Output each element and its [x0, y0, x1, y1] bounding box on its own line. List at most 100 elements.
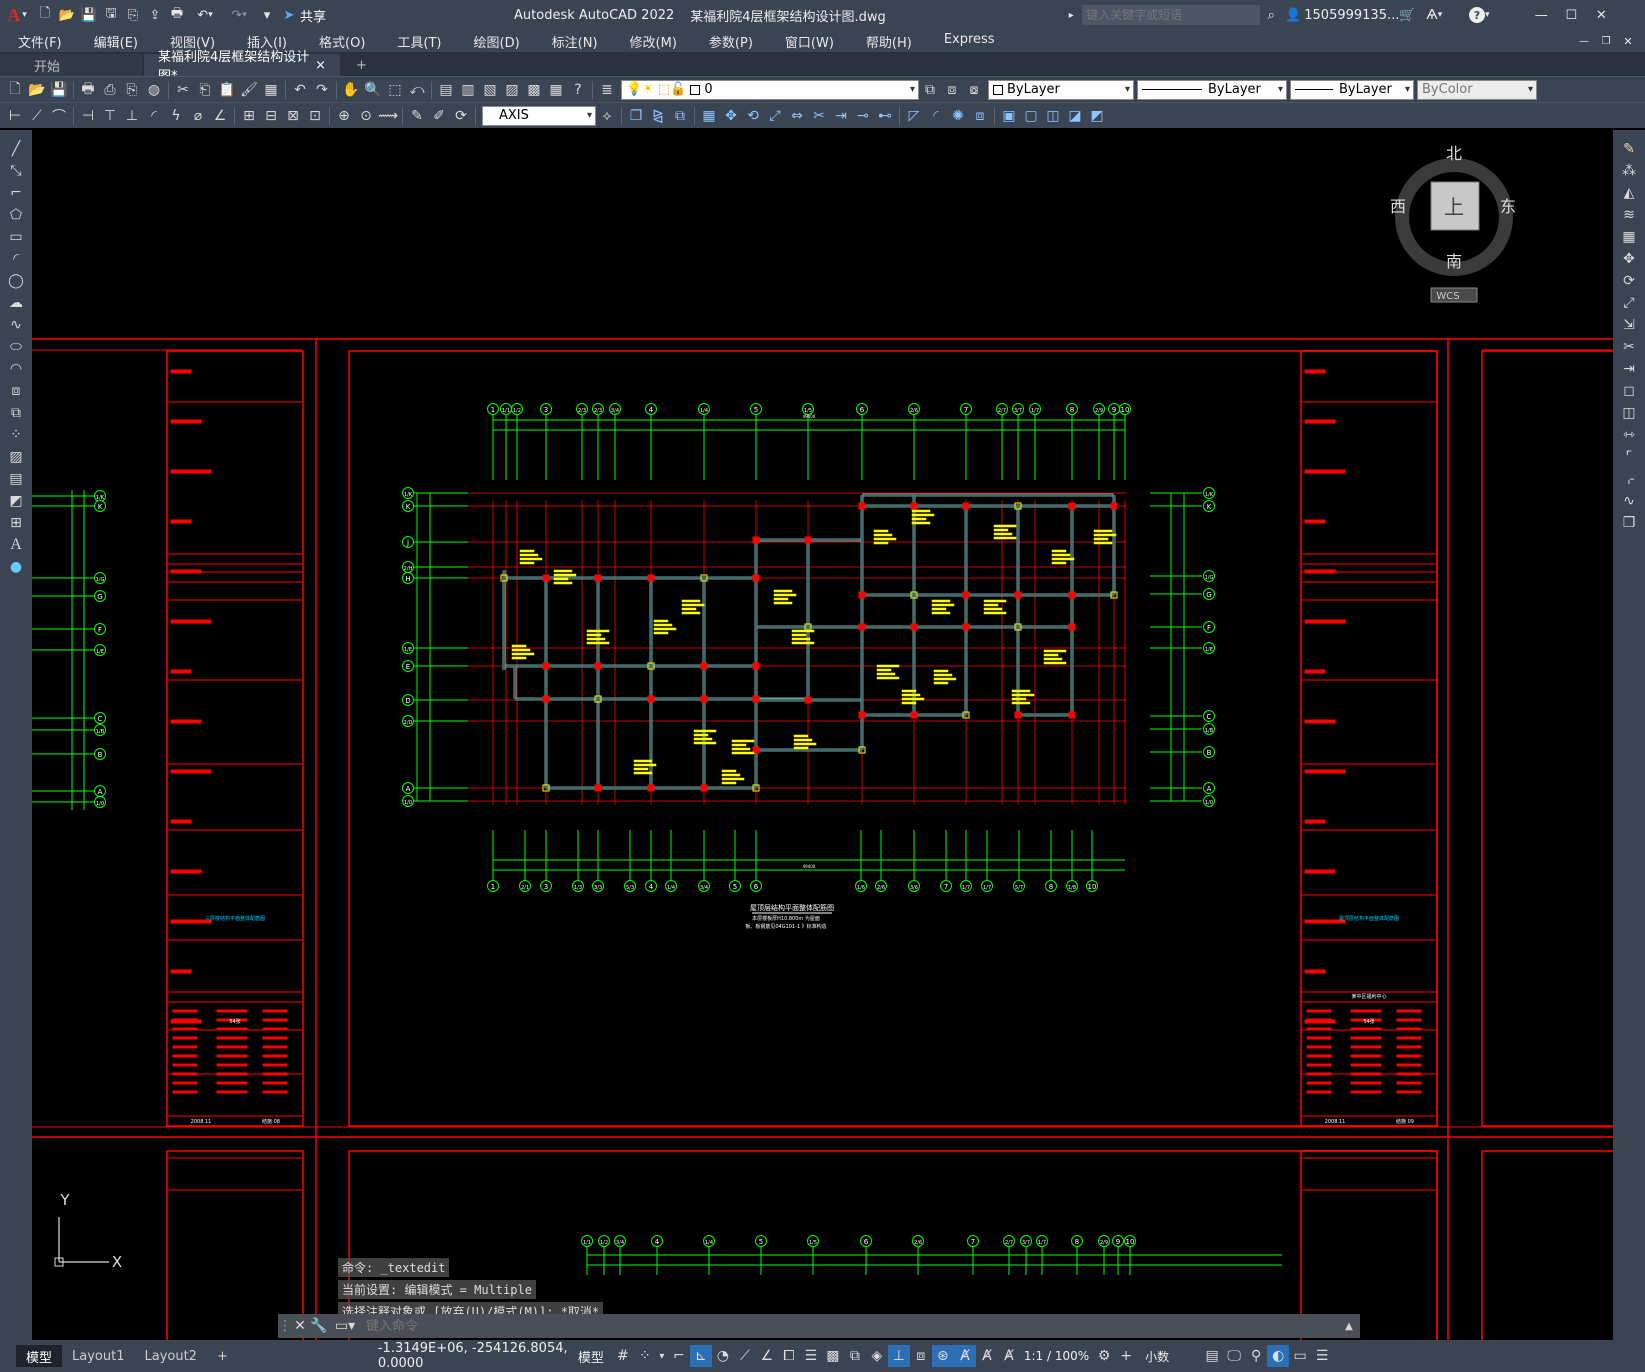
- publish3d-icon[interactable]: ⎘: [121, 79, 143, 101]
- dim-radius-icon[interactable]: ◜: [143, 105, 165, 127]
- transparency-icon[interactable]: ▩: [822, 1345, 844, 1367]
- toolpalettes-icon[interactable]: ▧: [479, 79, 501, 101]
- offset-r-icon[interactable]: ≋: [1617, 204, 1641, 226]
- tolerance-icon[interactable]: ⊡: [304, 105, 326, 127]
- save-icon[interactable]: 💾: [78, 4, 100, 26]
- annotation-visibility-icon[interactable]: Ⱥ: [953, 1345, 976, 1367]
- menu-item-5[interactable]: 工具(T): [381, 32, 457, 51]
- scale-r-icon[interactable]: ⤢: [1617, 292, 1641, 314]
- dim-space-icon[interactable]: ⊟: [260, 105, 282, 127]
- scale-icon[interactable]: ⤢: [764, 105, 786, 127]
- group-edit-icon[interactable]: ◫: [1042, 105, 1064, 127]
- ungroup-icon[interactable]: ▢: [1020, 105, 1042, 127]
- explode-icon[interactable]: ✺: [947, 105, 969, 127]
- annotation-scale[interactable]: 1:1 / 100%: [1024, 1349, 1089, 1363]
- insert-block-icon[interactable]: ⧈: [4, 380, 28, 402]
- qdim-icon[interactable]: ⊞: [238, 105, 260, 127]
- workspace-icon[interactable]: ⚙: [1093, 1345, 1115, 1367]
- region-icon[interactable]: ◩: [4, 490, 28, 512]
- make-block-icon[interactable]: ⧉: [4, 402, 28, 424]
- doc-restore-icon[interactable]: ❐: [1595, 30, 1617, 52]
- autodesk-account-icon[interactable]: Ѧ ▾: [1418, 4, 1450, 26]
- stretch-r-icon[interactable]: ⇲: [1617, 314, 1641, 336]
- chamfer-r-icon[interactable]: ⌜: [1617, 446, 1641, 468]
- layer-state-icon[interactable]: ⧇: [963, 79, 985, 101]
- grip-icon[interactable]: ⋮: [278, 1315, 292, 1337]
- search-icon[interactable]: ⌕: [1260, 4, 1282, 26]
- menu-item-9[interactable]: 参数(P): [693, 32, 769, 51]
- zoom-previous-icon[interactable]: ⤺: [406, 79, 428, 101]
- zoom-window-icon[interactable]: ⬚: [384, 79, 406, 101]
- hardware-accel-icon[interactable]: ◐: [1267, 1345, 1290, 1367]
- dim-angular-icon[interactable]: ∠: [209, 105, 231, 127]
- ortho-icon[interactable]: ⊾: [689, 1345, 712, 1367]
- menu-item-6[interactable]: 绘图(D): [458, 32, 536, 51]
- export-icon[interactable]: ⇪: [144, 4, 166, 26]
- isolate-icon[interactable]: ⚲: [1245, 1345, 1267, 1367]
- grid-icon[interactable]: #: [612, 1345, 634, 1367]
- table-icon[interactable]: ⊞: [4, 512, 28, 534]
- gradient-icon[interactable]: ▤: [4, 468, 28, 490]
- cmd-up-icon[interactable]: ▲: [1338, 1315, 1360, 1337]
- cmd-customize-icon[interactable]: 🔧: [308, 1315, 330, 1337]
- snap-icon[interactable]: ⁘: [634, 1345, 656, 1367]
- customization-icon[interactable]: ☰: [1311, 1345, 1333, 1367]
- array-icon[interactable]: ▦: [698, 105, 720, 127]
- 3dosnap-icon[interactable]: ◈: [866, 1345, 888, 1367]
- add-selected-icon[interactable]: ●: [4, 556, 28, 578]
- search-expand-icon[interactable]: ▸: [1060, 4, 1082, 26]
- layer-previous-icon[interactable]: ⧈: [941, 79, 963, 101]
- trim-r-icon[interactable]: ✂: [1617, 336, 1641, 358]
- mirror-icon[interactable]: ⧎: [647, 105, 669, 127]
- units-dropdown[interactable]: 小数: [1145, 1348, 1201, 1365]
- dim-aligned-icon[interactable]: ⟋: [26, 105, 48, 127]
- array-r-icon[interactable]: ▦: [1617, 226, 1641, 248]
- add-layout-button[interactable]: +: [207, 1345, 238, 1367]
- user-name[interactable]: 1505999135...: [1304, 8, 1399, 23]
- polyline-icon[interactable]: ⌐: [4, 182, 28, 204]
- menu-item-7[interactable]: 标注(N): [536, 32, 614, 51]
- publish-icon[interactable]: ⎘: [122, 4, 144, 26]
- tab-drawing[interactable]: 某福利院4层框架结构设计图*×: [144, 50, 340, 84]
- erase-icon[interactable]: ✎: [1617, 138, 1641, 160]
- stretch-icon[interactable]: ⇔: [786, 105, 808, 127]
- rotate-r-icon[interactable]: ⟳: [1617, 270, 1641, 292]
- menu-item-10[interactable]: 窗口(W): [769, 32, 850, 51]
- extend-icon[interactable]: ⇥: [830, 105, 852, 127]
- pan-icon[interactable]: ✋: [340, 79, 362, 101]
- dimstyle-icon[interactable]: ⟡: [596, 105, 618, 127]
- tab-layout2[interactable]: Layout2: [134, 1345, 206, 1367]
- markup-icon[interactable]: ▩: [523, 79, 545, 101]
- infer-icon[interactable]: ⌐: [668, 1345, 690, 1367]
- join-icon[interactable]: ⊷: [874, 105, 896, 127]
- layer-dropdown[interactable]: 💡☀ ⬚🔓 0: [621, 79, 919, 100]
- polygon-icon[interactable]: ⬠: [4, 204, 28, 226]
- offset-icon[interactable]: ⧉: [669, 105, 691, 127]
- zoom-realtime-icon[interactable]: 🔍: [362, 79, 384, 101]
- menu-item-11[interactable]: 帮助(H): [850, 32, 928, 51]
- trim-icon[interactable]: ✂: [808, 105, 830, 127]
- cart-icon[interactable]: 🛒: [1396, 4, 1418, 26]
- lineweight-toggle-icon[interactable]: ☰: [800, 1345, 822, 1367]
- isodraft-icon[interactable]: ⟋: [734, 1345, 756, 1367]
- mtext-icon[interactable]: A: [4, 534, 28, 556]
- matchprop-icon[interactable]: 🖌: [238, 79, 260, 101]
- layer-manager-icon[interactable]: ≣: [596, 79, 618, 101]
- preview-icon[interactable]: ⎙: [99, 79, 121, 101]
- spline-icon[interactable]: ∿: [4, 314, 28, 336]
- cut-icon[interactable]: ✂: [172, 79, 194, 101]
- save-as-icon[interactable]: 🖫: [100, 4, 122, 26]
- explode-r-icon[interactable]: ❒: [1617, 512, 1641, 534]
- plotstyle-dropdown[interactable]: ByColor: [1417, 79, 1537, 100]
- dim-continue-icon[interactable]: ⊤: [99, 105, 121, 127]
- properties-icon[interactable]: ▤: [435, 79, 457, 101]
- menu-item-8[interactable]: 修改(M): [614, 32, 693, 51]
- dimstyle-dropdown[interactable]: AXIS: [482, 105, 596, 126]
- dim-break-icon[interactable]: ⊠: [282, 105, 304, 127]
- annoscale-icon[interactable]: Ⱥ: [998, 1345, 1020, 1367]
- new-icon[interactable]: 🗋: [34, 4, 56, 26]
- menu-item-12[interactable]: Express: [928, 32, 1011, 51]
- break-icon[interactable]: ⊸: [852, 105, 874, 127]
- web-icon[interactable]: ◍: [143, 79, 165, 101]
- jogged-linear-icon[interactable]: ⟿: [377, 105, 399, 127]
